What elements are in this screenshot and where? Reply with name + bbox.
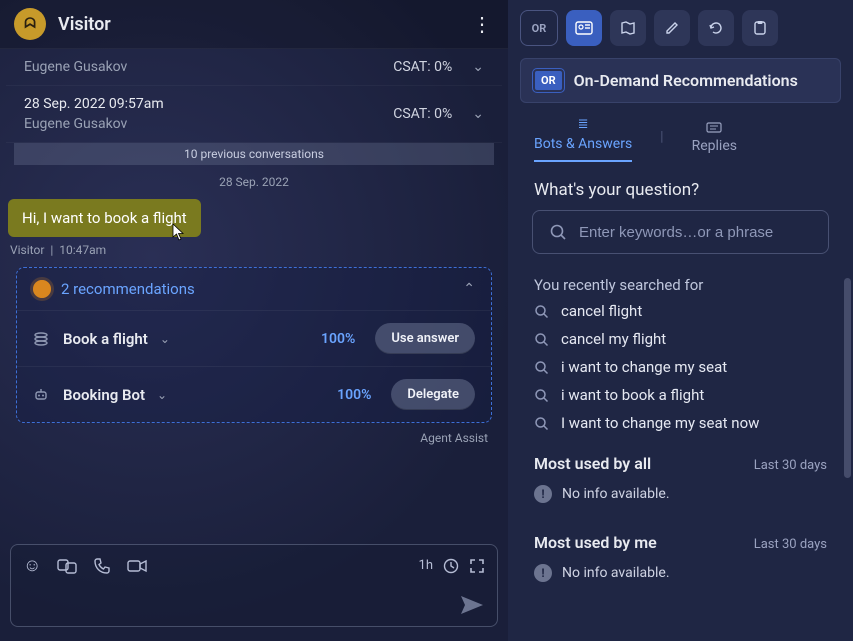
chevron-down-icon[interactable]: ⌄ bbox=[157, 388, 167, 402]
recommendations-sidebar: OR OR On-Demand Recommendations ≣ Bots &… bbox=[508, 0, 853, 641]
csat-value: CSAT: 0% bbox=[393, 106, 452, 122]
search-icon bbox=[534, 332, 549, 347]
avatar: ᗣ bbox=[14, 8, 46, 40]
odr-badge: OR bbox=[533, 69, 564, 92]
timer-area: 1h bbox=[419, 558, 485, 574]
no-info-row: ! No info available. bbox=[508, 556, 853, 590]
contact-card-button[interactable] bbox=[566, 10, 602, 46]
search-icon bbox=[549, 223, 567, 241]
timer-value: 1h bbox=[419, 558, 433, 573]
chevron-up-icon[interactable]: ⌃ bbox=[463, 281, 475, 297]
tab-separator: | bbox=[660, 129, 663, 151]
cursor-icon bbox=[172, 223, 186, 241]
recommendation-item: Book a flight ⌄ 100% Use answer bbox=[17, 310, 491, 366]
messages-area: Hi, I want to book a flight Visitor | 10… bbox=[0, 195, 508, 540]
chat-title: Visitor bbox=[58, 14, 458, 35]
tab-bots-answers[interactable]: ≣ Bots & Answers bbox=[534, 117, 632, 162]
clock-icon[interactable] bbox=[443, 558, 459, 574]
recent-search-item[interactable]: i want to change my seat bbox=[534, 358, 827, 376]
range-label: Last 30 days bbox=[754, 458, 827, 473]
use-answer-button[interactable]: Use answer bbox=[375, 323, 475, 354]
confidence-pct: 100% bbox=[337, 387, 371, 403]
chat-header: ᗣ Visitor ⋮ bbox=[0, 0, 508, 49]
replies-icon bbox=[706, 122, 722, 134]
search-icon bbox=[534, 388, 549, 403]
most-used-all-title: Most used by all bbox=[534, 454, 754, 473]
most-used-me-header: Most used by me Last 30 days bbox=[508, 511, 853, 556]
video-icon[interactable] bbox=[127, 558, 147, 574]
recent-searches-label: You recently searched for bbox=[508, 254, 853, 302]
confidence-pct: 100% bbox=[321, 331, 355, 347]
info-icon: ! bbox=[534, 485, 552, 503]
recommendations-title: 2 recommendations bbox=[61, 280, 453, 298]
emoji-icon[interactable]: ☺ bbox=[23, 555, 41, 576]
odr-header: OR On-Demand Recommendations bbox=[520, 58, 841, 103]
translate-icon[interactable] bbox=[57, 557, 77, 575]
agent-assist-label: Agent Assist bbox=[8, 427, 500, 453]
question-label: What's your question? bbox=[508, 162, 853, 210]
recent-searches: cancel flight cancel my flight i want to… bbox=[508, 302, 853, 432]
history-button[interactable] bbox=[698, 10, 734, 46]
tab-replies[interactable]: Replies bbox=[692, 122, 737, 162]
odr-tabs: ≣ Bots & Answers | Replies bbox=[508, 111, 853, 162]
range-label: Last 30 days bbox=[754, 537, 827, 552]
search-icon bbox=[534, 304, 549, 319]
map-button[interactable] bbox=[610, 10, 646, 46]
recommendations-panel: 2 recommendations ⌃ Book a flight ⌄ 100%… bbox=[16, 267, 492, 423]
csat-value: CSAT: 0% bbox=[393, 59, 452, 75]
message-meta: Visitor | 10:47am bbox=[10, 243, 500, 257]
recent-search-item[interactable]: cancel my flight bbox=[534, 330, 827, 348]
conversation-agent: Eugene Gusakov bbox=[24, 116, 393, 132]
edit-button[interactable] bbox=[654, 10, 690, 46]
conversation-timestamp: 28 Sep. 2022 09:57am bbox=[24, 96, 393, 112]
message-composer: ☺ 1h bbox=[10, 544, 498, 627]
layers-icon bbox=[33, 331, 51, 347]
recommendations-header[interactable]: 2 recommendations ⌃ bbox=[17, 268, 491, 310]
date-separator: 28 Sep. 2022 bbox=[0, 165, 508, 195]
conversation-row[interactable]: Eugene Gusakov CSAT: 0% ⌄ bbox=[6, 49, 502, 86]
stack-icon: ≣ bbox=[578, 117, 589, 132]
recent-search-item[interactable]: cancel flight bbox=[534, 302, 827, 320]
chevron-down-icon[interactable]: ⌄ bbox=[160, 332, 170, 346]
conversation-history: Eugene Gusakov CSAT: 0% ⌄ 28 Sep. 2022 0… bbox=[0, 49, 508, 165]
recommendation-name: Booking Bot bbox=[63, 386, 145, 404]
scrollbar[interactable] bbox=[844, 278, 851, 478]
recommendation-name: Book a flight bbox=[63, 330, 148, 348]
expand-icon[interactable] bbox=[469, 558, 485, 574]
delegate-button[interactable]: Delegate bbox=[391, 379, 475, 410]
toolbar: OR bbox=[508, 0, 853, 56]
chat-panel: ᗣ Visitor ⋮ Eugene Gusakov CSAT: 0% ⌄ 28… bbox=[0, 0, 508, 641]
odr-title: On-Demand Recommendations bbox=[574, 71, 798, 90]
conversation-agent: Eugene Gusakov bbox=[24, 59, 393, 75]
search-icon bbox=[534, 360, 549, 375]
info-icon: ! bbox=[534, 564, 552, 582]
recent-search-item[interactable]: I want to change my seat now bbox=[534, 414, 827, 432]
suggestion-icon bbox=[33, 280, 51, 298]
more-menu-button[interactable]: ⋮ bbox=[470, 12, 494, 36]
search-icon bbox=[534, 416, 549, 431]
most-used-all-header: Most used by all Last 30 days bbox=[508, 432, 853, 477]
send-button[interactable] bbox=[459, 594, 485, 616]
bot-icon bbox=[33, 387, 51, 403]
conversation-row[interactable]: 28 Sep. 2022 09:57am Eugene Gusakov CSAT… bbox=[6, 86, 502, 143]
chevron-down-icon: ⌄ bbox=[472, 59, 484, 75]
search-input[interactable] bbox=[579, 224, 812, 241]
no-info-row: ! No info available. bbox=[508, 477, 853, 511]
chevron-down-icon: ⌄ bbox=[472, 106, 484, 122]
or-badge-button[interactable]: OR bbox=[520, 10, 558, 46]
clipboard-button[interactable] bbox=[742, 10, 778, 46]
most-used-me-title: Most used by me bbox=[534, 533, 754, 552]
previous-conversations-bar[interactable]: 10 previous conversations bbox=[14, 143, 494, 165]
search-box[interactable] bbox=[532, 210, 829, 254]
recent-search-item[interactable]: i want to book a flight bbox=[534, 386, 827, 404]
recommendation-item: Booking Bot ⌄ 100% Delegate bbox=[17, 366, 491, 422]
call-icon[interactable] bbox=[93, 557, 111, 575]
